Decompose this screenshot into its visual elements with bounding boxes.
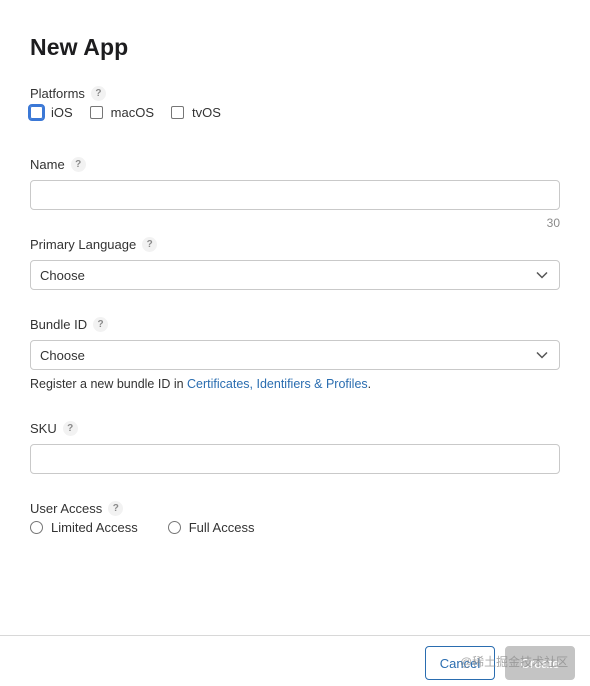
name-char-counter: 30 bbox=[546, 216, 560, 230]
bundle-id-select[interactable]: Choose bbox=[30, 340, 560, 370]
name-label-row: Name ? bbox=[30, 157, 86, 172]
platform-macos-option[interactable]: macOS bbox=[89, 105, 155, 120]
certificates-identifiers-profiles-link[interactable]: Certificates, Identifiers & Profiles bbox=[187, 377, 368, 391]
full-access-label: Full Access bbox=[188, 520, 255, 535]
platform-macos-checkbox[interactable] bbox=[89, 106, 103, 119]
platform-tvos-checkbox[interactable] bbox=[171, 106, 185, 119]
full-access-radio[interactable] bbox=[167, 521, 181, 534]
limited-access-label: Limited Access bbox=[51, 520, 138, 535]
primary-language-selected: Choose bbox=[40, 267, 85, 283]
watermark-text: @稀土掘金技术社区 bbox=[460, 655, 569, 669]
bundle-id-selected: Choose bbox=[40, 347, 85, 363]
platform-tvos-label: tvOS bbox=[192, 105, 221, 120]
footer-divider bbox=[0, 635, 590, 636]
platform-tvos-option[interactable]: tvOS bbox=[171, 105, 221, 120]
platform-ios-option[interactable]: iOS bbox=[28, 104, 73, 121]
platforms-label-row: Platforms ? bbox=[30, 86, 106, 101]
platforms-label: Platforms bbox=[30, 86, 85, 101]
limited-access-option[interactable]: Limited Access bbox=[30, 520, 138, 535]
primary-language-label-row: Primary Language ? bbox=[30, 237, 158, 252]
primary-language-label: Primary Language bbox=[30, 237, 137, 252]
user-access-radios: Limited Access Full Access bbox=[30, 520, 284, 535]
bundle-id-hint-prefix: Register a new bundle ID in bbox=[30, 377, 188, 391]
primary-language-help-icon[interactable]: ? bbox=[142, 237, 158, 252]
name-label: Name bbox=[30, 157, 65, 172]
name-input[interactable] bbox=[30, 180, 560, 210]
primary-language-select[interactable]: Choose bbox=[30, 260, 560, 290]
bundle-id-hint-suffix: . bbox=[367, 377, 372, 391]
bundle-id-hint: Register a new bundle ID in Certificates… bbox=[30, 377, 371, 391]
sku-input[interactable] bbox=[30, 444, 560, 474]
platforms-help-icon[interactable]: ? bbox=[90, 86, 106, 101]
bundle-id-label: Bundle ID bbox=[30, 317, 88, 332]
bundle-id-label-row: Bundle ID ? bbox=[30, 317, 109, 332]
user-access-help-icon[interactable]: ? bbox=[108, 501, 124, 516]
platform-ios-checkbox[interactable] bbox=[28, 104, 45, 121]
page-title: New App bbox=[30, 34, 129, 60]
chevron-down-icon bbox=[536, 271, 548, 279]
sku-help-icon[interactable]: ? bbox=[62, 421, 78, 436]
platforms-checkboxes: iOS macOS tvOS bbox=[28, 104, 238, 121]
sku-label-row: SKU ? bbox=[30, 421, 78, 436]
platform-macos-label: macOS bbox=[110, 105, 155, 120]
user-access-label-row: User Access ? bbox=[30, 501, 124, 516]
sku-label: SKU bbox=[30, 421, 57, 436]
user-access-label: User Access bbox=[30, 501, 103, 516]
platform-ios-label: iOS bbox=[51, 105, 73, 120]
bundle-id-help-icon[interactable]: ? bbox=[93, 317, 109, 332]
new-app-dialog: New App Platforms ? iOS macOS tvOS Name … bbox=[0, 0, 590, 686]
full-access-option[interactable]: Full Access bbox=[167, 520, 255, 535]
limited-access-radio[interactable] bbox=[30, 521, 43, 534]
name-help-icon[interactable]: ? bbox=[70, 157, 86, 172]
chevron-down-icon bbox=[536, 351, 548, 359]
